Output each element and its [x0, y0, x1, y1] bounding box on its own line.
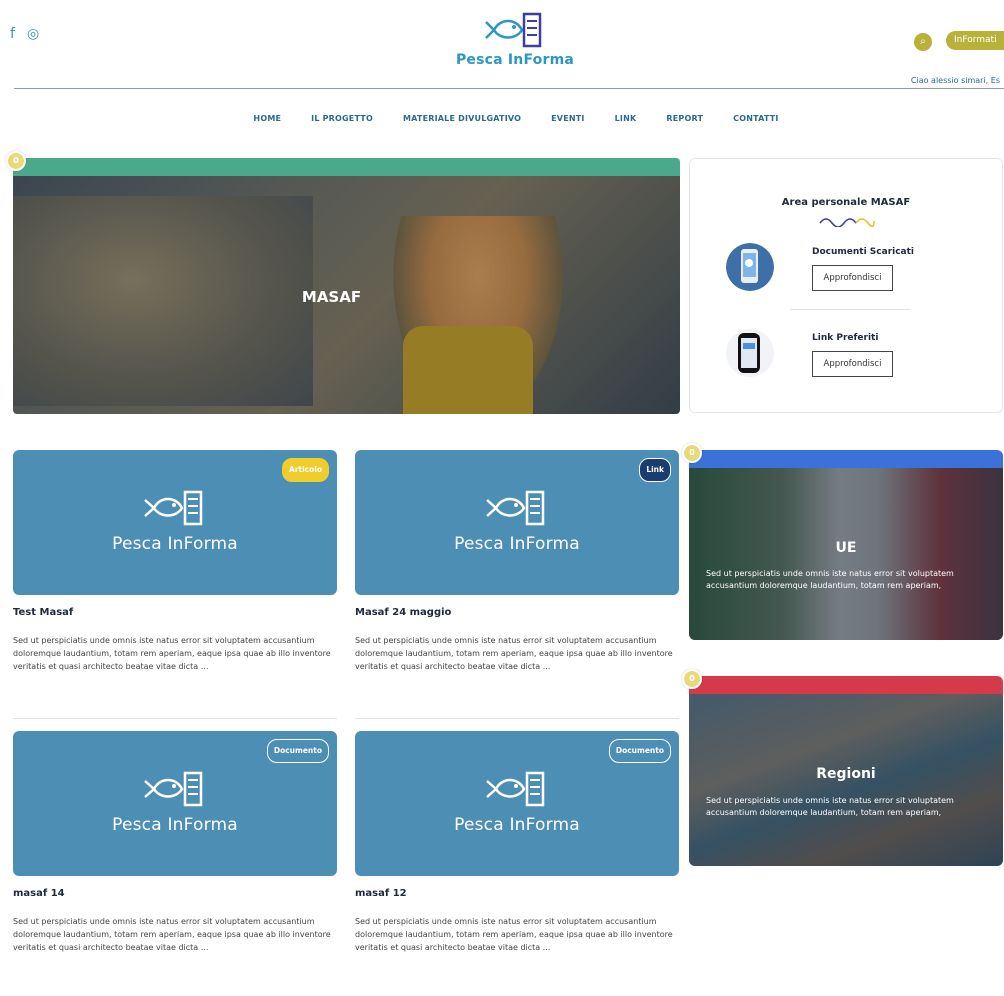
card-logo-text: Pesca InForma	[454, 534, 580, 554]
facebook-icon[interactable]: f	[10, 26, 15, 42]
card-description: Sed ut perspiciatis unde omnis iste natu…	[355, 636, 673, 671]
regioni-count-badge: 0	[682, 669, 702, 689]
hero-title: MASAF	[301, 288, 362, 306]
ue-flag-image: UE Sed ut perspiciatis unde omnis iste n…	[689, 468, 1003, 640]
main-nav: HOME IL PROGETTO MATERIALE DIVULGATIVO E…	[0, 114, 1004, 123]
card-thumbnail: Pesca InForma Link	[355, 450, 679, 595]
wave-decoration-icon	[819, 218, 875, 227]
card-tag[interactable]: Link	[639, 458, 671, 482]
card-title[interactable]: masaf 14	[13, 888, 337, 899]
documenti-approfondisci-button[interactable]: Approfondisci	[812, 265, 893, 291]
content-card[interactable]: Pesca InForma Documento masaf 12 Sed ut …	[355, 731, 679, 954]
card-tag[interactable]: Articolo	[282, 458, 329, 482]
search-icon: ⌕	[920, 36, 926, 47]
card-logo: Pesca InForma	[355, 486, 679, 554]
fish-logo-icon	[144, 771, 203, 807]
nav-item-materiale[interactable]: MATERIALE DIVULGATIVO	[403, 114, 521, 123]
instagram-icon[interactable]: ◎	[27, 26, 39, 42]
side-panel-text: Sed ut perspiciatis unde omnis iste natu…	[706, 569, 954, 590]
card-logo-text: Pesca InForma	[112, 534, 238, 554]
side-panel-text: Sed ut perspiciatis unde omnis iste natu…	[706, 796, 954, 817]
card-thumbnail: Pesca InForma Articolo	[13, 450, 337, 595]
user-greeting[interactable]: Ciao alessio simari, Es	[911, 76, 1000, 85]
card-tag[interactable]: Documento	[266, 739, 329, 763]
fish-logo-icon	[486, 490, 545, 526]
content-card[interactable]: Pesca InForma Link Masaf 24 maggio Sed u…	[355, 450, 679, 673]
informati-button[interactable]: InFormati	[946, 31, 1004, 50]
card-title[interactable]: masaf 12	[355, 888, 679, 899]
card-logo-text: Pesca InForma	[454, 815, 580, 835]
side-panel-color-bar	[689, 676, 1003, 694]
card-description: Sed ut perspiciatis unde omnis iste natu…	[13, 917, 331, 952]
hero-color-bar	[13, 158, 680, 176]
search-button[interactable]: ⌕	[914, 33, 932, 51]
content-card[interactable]: Pesca InForma Articolo Test Masaf Sed ut…	[13, 450, 337, 673]
nav-item-eventi[interactable]: EVENTI	[551, 114, 584, 123]
side-panel-regioni[interactable]: Regioni Sed ut perspiciatis unde omnis i…	[689, 676, 1003, 866]
card-divider	[355, 718, 679, 719]
hero-image: MASAF	[13, 176, 680, 414]
nav-item-link[interactable]: LINK	[615, 114, 637, 123]
brand-name: Pesca InForma	[455, 52, 575, 68]
hero-count-badge: 0	[6, 151, 26, 171]
nav-item-contatti[interactable]: CONTATTI	[733, 114, 778, 123]
side-panel-title: UE	[835, 540, 857, 556]
link-preferiti-label: Link Preferiti	[812, 333, 879, 343]
ue-count-badge: 0	[682, 443, 702, 463]
side-panel-title: Regioni	[816, 766, 876, 782]
nav-item-report[interactable]: REPORT	[666, 114, 703, 123]
site-logo[interactable]: Pesca InForma	[440, 8, 590, 68]
card-description: Sed ut perspiciatis unde omnis iste natu…	[13, 636, 331, 671]
card-thumbnail: Pesca InForma Documento	[355, 731, 679, 876]
card-logo: Pesca InForma	[355, 767, 679, 835]
fish-logo-icon	[144, 490, 203, 526]
fish-logo-icon	[485, 12, 542, 48]
card-tag[interactable]: Documento	[608, 739, 671, 763]
fish-logo-icon	[486, 771, 545, 807]
side-panel-ue[interactable]: UE Sed ut perspiciatis unde omnis iste n…	[689, 450, 1003, 640]
card-logo-text: Pesca InForma	[112, 815, 238, 835]
personal-item-link: Link Preferiti Approfondisci	[726, 329, 986, 389]
header-divider	[14, 88, 1004, 89]
personal-area-panel: Area personale MASAF Documenti Scaricati…	[689, 158, 1003, 413]
personal-area-title: Area personale MASAF	[781, 197, 911, 208]
regioni-city-image: Regioni Sed ut perspiciatis unde omnis i…	[689, 694, 1003, 866]
phone-cloud-icon	[726, 243, 774, 291]
documenti-label: Documenti Scaricati	[812, 247, 915, 257]
card-logo: Pesca InForma	[13, 486, 337, 554]
card-logo: Pesca InForma	[13, 767, 337, 835]
nav-item-home[interactable]: HOME	[253, 114, 281, 123]
card-description: Sed ut perspiciatis unde omnis iste natu…	[355, 917, 673, 952]
card-thumbnail: Pesca InForma Documento	[13, 731, 337, 876]
link-approfondisci-button[interactable]: Approfondisci	[812, 351, 893, 377]
nav-item-progetto[interactable]: IL PROGETTO	[311, 114, 373, 123]
card-divider	[13, 718, 337, 719]
content-card[interactable]: Pesca InForma Documento masaf 14 Sed ut …	[13, 731, 337, 954]
social-links: f ◎	[10, 26, 39, 42]
side-panel-color-bar	[689, 450, 1003, 468]
phone-link-icon	[726, 329, 774, 377]
card-title[interactable]: Masaf 24 maggio	[355, 607, 679, 618]
personal-divider	[790, 309, 910, 310]
personal-item-documenti: Documenti Scaricati Approfondisci	[726, 243, 986, 303]
hero-masaf[interactable]: MASAF	[13, 158, 680, 414]
card-title[interactable]: Test Masaf	[13, 607, 337, 618]
